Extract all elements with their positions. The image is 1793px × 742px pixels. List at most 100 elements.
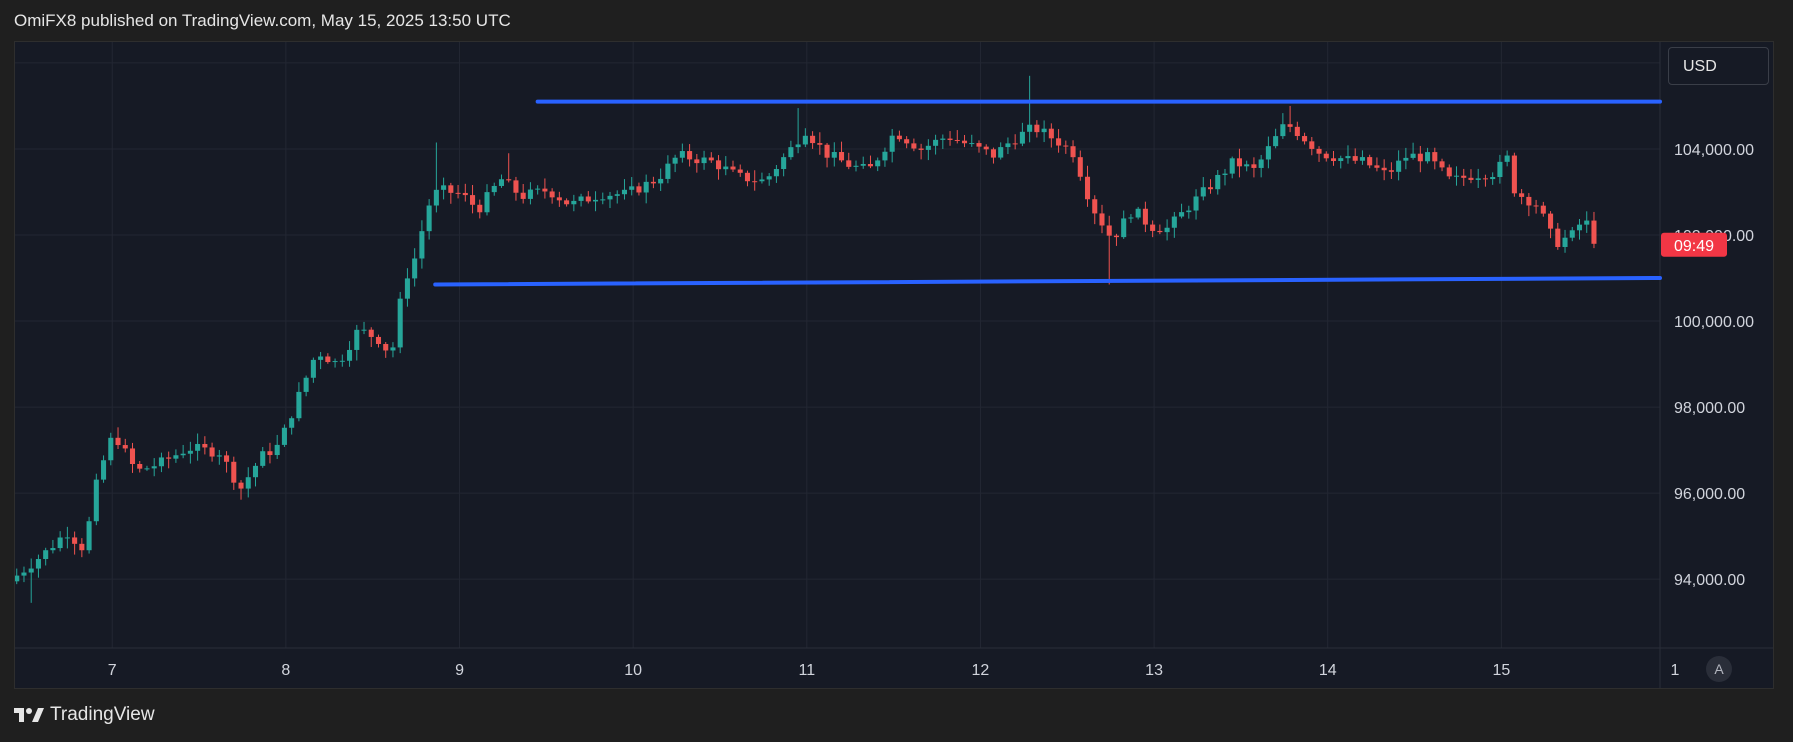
candle-body xyxy=(1475,178,1481,180)
currency-button[interactable]: USD xyxy=(1668,47,1769,85)
candle-body xyxy=(1569,230,1575,238)
x-tick-label: 11 xyxy=(798,662,815,679)
candle-body xyxy=(1381,167,1387,171)
candle-body xyxy=(441,185,447,190)
candle-body xyxy=(846,160,852,167)
candle-body xyxy=(1330,158,1337,162)
candle-body xyxy=(433,189,439,206)
brand-label: TradingView xyxy=(50,704,155,725)
candle-body xyxy=(578,196,584,201)
candle-body xyxy=(202,443,208,448)
candle-body xyxy=(180,453,186,456)
candle-body xyxy=(1215,174,1221,190)
candle-body xyxy=(571,200,577,205)
x-tick-label: 14 xyxy=(1319,662,1337,679)
candle-body xyxy=(455,192,461,194)
candle-body xyxy=(1591,220,1597,244)
candle-body xyxy=(947,138,953,140)
candle-body xyxy=(1482,178,1488,180)
candle-body xyxy=(1439,161,1445,168)
candle-body xyxy=(1287,124,1293,127)
candle-body xyxy=(470,195,476,205)
candle-body xyxy=(650,181,656,184)
candle-body xyxy=(665,163,671,179)
candle-body xyxy=(231,461,237,483)
candle-body xyxy=(715,160,722,170)
candle-body xyxy=(1179,212,1185,217)
candle-body xyxy=(1359,157,1365,161)
tradingview-brand[interactable]: TradingView xyxy=(14,704,155,726)
candle-body xyxy=(1142,208,1148,225)
candle-body xyxy=(672,157,678,164)
price-chart[interactable]: 106,000.00104,000.00102,000.00100,000.00… xyxy=(15,42,1774,689)
candle-body xyxy=(1410,153,1416,158)
candle-body xyxy=(1562,237,1568,247)
candle-body xyxy=(838,152,845,161)
candle-body xyxy=(354,329,360,350)
candle-body xyxy=(1374,165,1380,168)
candle-body xyxy=(781,157,787,170)
candle-body xyxy=(896,135,902,140)
candle-body xyxy=(875,160,881,167)
candle-body xyxy=(802,135,808,145)
candle-body xyxy=(1063,145,1069,147)
x-tick-label: 13 xyxy=(1145,662,1163,679)
x-tick-label: 1 xyxy=(1671,662,1680,679)
candle-body xyxy=(1056,138,1062,146)
candle-body xyxy=(375,336,382,344)
candle-body xyxy=(1084,176,1091,200)
candle-body xyxy=(549,191,555,198)
candle-body xyxy=(72,537,78,544)
y-tick-label: 100,000.00 xyxy=(1674,314,1754,331)
candle-body xyxy=(412,258,418,279)
candle-body xyxy=(195,443,201,451)
candle-body xyxy=(274,444,280,456)
candle-body xyxy=(1446,167,1452,177)
candle-body xyxy=(390,347,396,351)
candle-body xyxy=(1171,216,1177,228)
candle-body xyxy=(151,466,157,469)
candle-body xyxy=(759,179,765,182)
candle-body xyxy=(701,157,707,164)
candle-body xyxy=(708,157,714,161)
candle-body xyxy=(643,181,649,193)
candle-body xyxy=(267,451,273,456)
candle-body xyxy=(1193,196,1199,211)
y-tick-label: 98,000.00 xyxy=(1674,400,1745,417)
candle-body xyxy=(1135,208,1141,218)
candle-body xyxy=(1244,164,1250,167)
chart-frame[interactable]: 106,000.00104,000.00102,000.00100,000.00… xyxy=(14,41,1774,689)
candle-body xyxy=(817,143,823,145)
auto-scale-button[interactable]: A xyxy=(1706,656,1732,682)
candle-body xyxy=(1236,158,1242,167)
candle-body xyxy=(1048,128,1054,139)
candle-body xyxy=(1070,146,1076,158)
candle-body xyxy=(1302,136,1308,142)
candle-body xyxy=(600,199,606,201)
candle-body xyxy=(1497,161,1503,178)
candle-body xyxy=(614,194,620,196)
x-tick-label: 12 xyxy=(972,662,990,679)
candle-body xyxy=(93,479,99,522)
candle-body xyxy=(484,192,490,213)
candle-body xyxy=(954,139,960,141)
candle-body xyxy=(1526,196,1532,206)
candle-body xyxy=(1403,157,1409,161)
candle-body xyxy=(506,179,512,181)
candle-body xyxy=(238,482,244,489)
candle-body xyxy=(1504,155,1510,162)
candle-body xyxy=(860,164,866,166)
candle-body xyxy=(43,550,49,560)
candle-body xyxy=(173,455,179,459)
candle-body xyxy=(187,450,193,454)
candle-body xyxy=(1012,143,1018,145)
candle-body xyxy=(1555,228,1561,247)
candle-body xyxy=(990,149,996,158)
candle-body xyxy=(1150,224,1156,231)
candle-body xyxy=(1453,175,1460,177)
candle-body xyxy=(281,427,287,445)
tradingview-logo-icon xyxy=(14,708,44,722)
candle-body xyxy=(1128,217,1134,219)
candle-body xyxy=(1034,124,1040,133)
candle-body xyxy=(831,152,837,158)
